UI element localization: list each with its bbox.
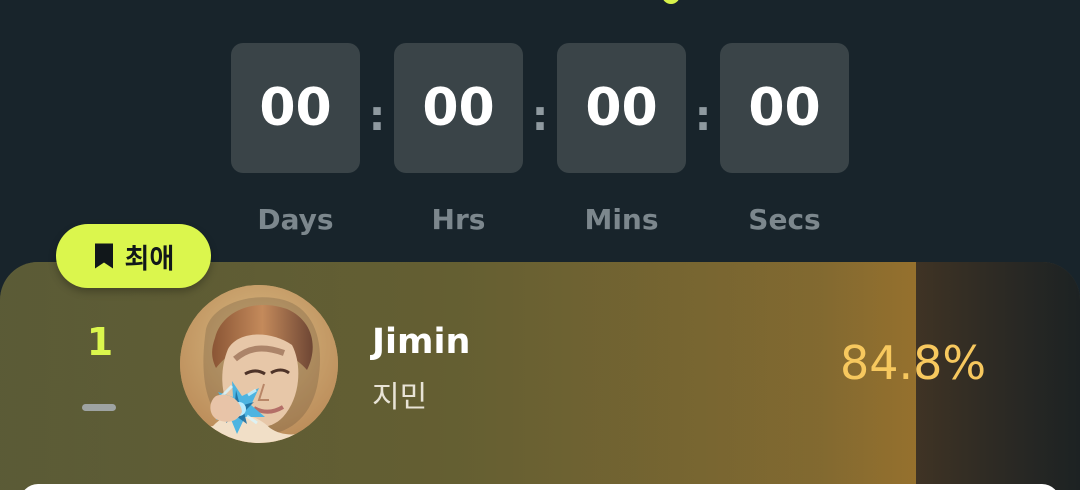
ranking-screen: 00 : 00 : 00 : 00 Days Hrs Mins Secs 최애 …: [0, 0, 1080, 490]
rank-number: 1: [86, 320, 114, 364]
days-value: 00: [231, 43, 360, 173]
seconds-value: 00: [720, 43, 849, 173]
minutes-label: Mins: [584, 203, 659, 236]
time-separator: :: [531, 91, 549, 140]
minutes-value: 00: [557, 43, 686, 173]
favorite-badge[interactable]: 최애: [56, 224, 211, 288]
vote-percentage: 84.8%: [840, 336, 987, 390]
time-separator: :: [694, 91, 712, 140]
partial-accent-icon: [662, 0, 680, 4]
avatar[interactable]: [180, 285, 338, 443]
hours-value: 00: [394, 43, 523, 173]
dash-icon: [82, 404, 116, 411]
next-ranking-card[interactable]: [20, 484, 1060, 490]
idol-name-korean: 지민: [372, 380, 428, 415]
vote-progress-bar: [0, 262, 916, 490]
time-separator: :: [368, 91, 386, 140]
seconds-label: Secs: [748, 203, 821, 236]
idol-name-english: Jimin: [372, 322, 471, 362]
countdown-timer: 00 : 00 : 00 : 00 Days Hrs Mins Secs: [231, 43, 849, 243]
bookmark-icon: [93, 242, 115, 270]
days-label: Days: [257, 203, 334, 236]
hours-label: Hrs: [431, 203, 486, 236]
favorite-badge-label: 최애: [124, 243, 175, 275]
